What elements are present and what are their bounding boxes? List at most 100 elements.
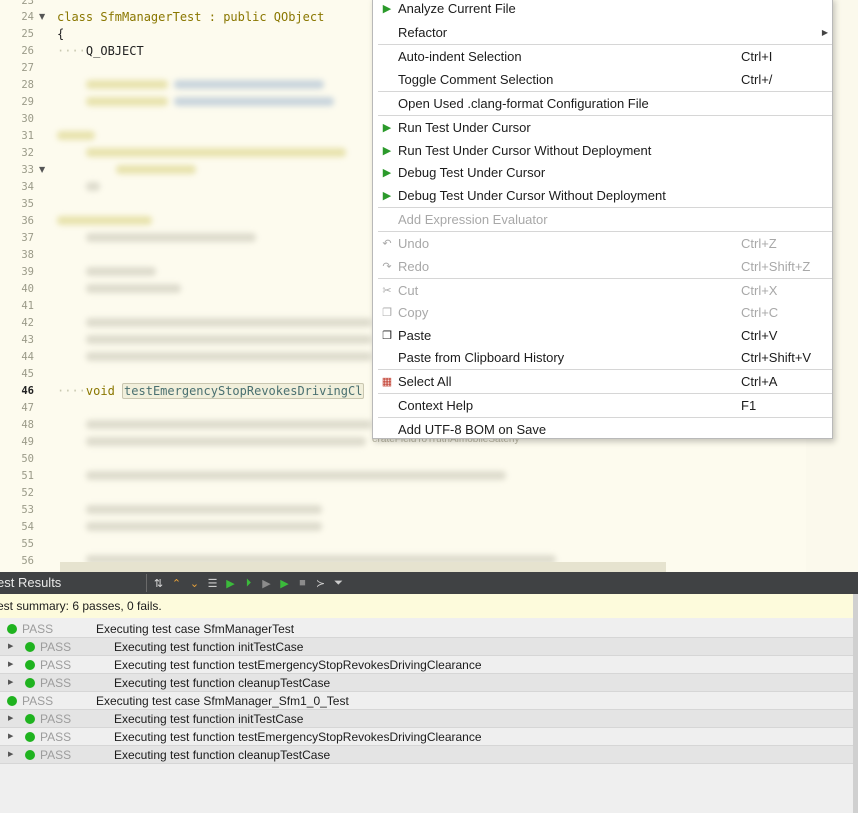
- menu-item-shortcut: Ctrl+A: [741, 374, 778, 389]
- line-number: 42: [21, 317, 34, 329]
- menu-item-label: Run Test Under Cursor: [398, 120, 531, 135]
- line-number: 48: [21, 419, 34, 431]
- test-result-row[interactable]: ▶ PASS Executing test function cleanupTe…: [0, 746, 853, 764]
- test-result-row[interactable]: ▶ PASS Executing test function cleanupTe…: [0, 674, 853, 692]
- menu-item-shortcut: Ctrl+V: [741, 328, 778, 343]
- run-all-icon[interactable]: ▶: [225, 577, 236, 590]
- fold-marker-icon[interactable]: ▼: [39, 11, 45, 23]
- test-result-row[interactable]: PASS Executing test case SfmManager_Sfm1…: [0, 692, 853, 710]
- blurred-code: [86, 352, 372, 361]
- pass-status-dot-icon: [7, 696, 17, 706]
- blurred-code: [86, 318, 372, 327]
- void-keyword: void: [85, 384, 115, 398]
- expand-arrow-icon[interactable]: ▶: [8, 746, 13, 764]
- stop-icon[interactable]: ■: [297, 577, 308, 589]
- status-label: PASS: [40, 658, 72, 672]
- output-icon[interactable]: ≻: [315, 577, 326, 590]
- toolbar-buttons: ⇅ ⌃ ⌄ ☰ ▶ ⏵ ▶ ▶ ■ ≻ ⏷: [146, 574, 344, 592]
- menu-item-paste[interactable]: ❐ Paste Ctrl+V: [373, 325, 832, 347]
- menu-item-open-clang-format[interactable]: Open Used .clang-format Configuration Fi…: [373, 93, 832, 115]
- menu-item-paste-from-clipboard-history[interactable]: Paste from Clipboard History Ctrl+Shift+…: [373, 347, 832, 369]
- blurred-code: [174, 80, 324, 89]
- class-keyword: class: [57, 10, 94, 24]
- code-line-class: class SfmManagerTest : public QObject: [57, 10, 324, 24]
- menu-item-label: Refactor: [398, 25, 448, 40]
- test-result-row[interactable]: ▶ PASS Executing test function initTestC…: [0, 638, 853, 656]
- menu-separator: [378, 278, 832, 279]
- line-number: 55: [21, 538, 34, 550]
- fold-marker-icon[interactable]: ▼: [39, 164, 45, 176]
- expand-arrow-icon[interactable]: ▶: [8, 656, 13, 674]
- expand-arrow-icon[interactable]: ▶: [8, 674, 13, 692]
- pass-status-dot-icon: [25, 750, 35, 760]
- previous-icon[interactable]: ⌃: [171, 577, 182, 590]
- menu-item-label: Toggle Comment Selection: [398, 72, 554, 87]
- line-number: 25: [21, 28, 34, 40]
- test-result-row[interactable]: ▶ PASS Executing test function initTestC…: [0, 710, 853, 728]
- menu-item-shortcut: Ctrl+C: [741, 305, 779, 320]
- test-result-row[interactable]: ▶ PASS Executing test function testEmerg…: [0, 728, 853, 746]
- menu-item-toggle-comment-selection[interactable]: Toggle Comment Selection Ctrl+/: [373, 69, 832, 91]
- line-number: 53: [21, 504, 34, 516]
- expand-arrow-icon[interactable]: ▶: [8, 710, 13, 728]
- line-number: 27: [21, 62, 34, 74]
- sort-icon[interactable]: ⇅: [153, 577, 164, 590]
- blurred-code: [86, 182, 100, 191]
- line-number: 50: [21, 453, 34, 465]
- menu-item-label: Debug Test Under Cursor Without Deployme…: [398, 188, 666, 203]
- menu-item-label: Analyze Current File: [398, 1, 516, 16]
- status-label: PASS: [40, 640, 72, 654]
- menu-item-analyze-current-file[interactable]: ▶ Analyze Current File: [373, 0, 832, 20]
- test-summary: est summary: 6 passes, 0 fails.: [0, 594, 853, 618]
- submenu-arrow-icon: ▶: [821, 28, 828, 37]
- menu-item-shortcut: Ctrl+Shift+V: [741, 350, 812, 365]
- menu-item-debug-test-under-cursor[interactable]: ▶ Debug Test Under Cursor: [373, 162, 832, 184]
- menu-item-auto-indent-selection[interactable]: Auto-indent Selection Ctrl+I: [373, 46, 832, 68]
- horizontal-scrollbar[interactable]: [60, 562, 666, 572]
- line-number: 24: [21, 11, 34, 23]
- test-results-pane: est Results ⇅ ⌃ ⌄ ☰ ▶ ⏵ ▶ ▶ ■ ≻ ⏷ est su…: [0, 572, 858, 813]
- filter-icon[interactable]: ⏷: [333, 577, 344, 590]
- run-selected-icon[interactable]: ⏵: [243, 577, 254, 590]
- line-number: 49: [21, 436, 34, 448]
- menu-item-label: Paste: [398, 328, 432, 343]
- blurred-code: [86, 335, 372, 344]
- test-result-row[interactable]: ▶ PASS Executing test function testEmerg…: [0, 656, 853, 674]
- line-number: 28: [21, 79, 34, 91]
- debug-selected-icon[interactable]: ▶: [279, 577, 290, 590]
- menu-item-refactor[interactable]: Refactor ▶: [373, 22, 832, 44]
- test-description: Executing test function testEmergencySto…: [114, 658, 482, 672]
- test-description: Executing test function cleanupTestCase: [114, 748, 331, 762]
- collapse-all-icon[interactable]: ☰: [207, 577, 218, 590]
- macro-text: Q_OBJECT: [85, 44, 144, 58]
- undo-icon: ↶: [382, 238, 392, 250]
- menu-item-add-utf8-bom[interactable]: Add UTF-8 BOM on Save: [373, 419, 832, 441]
- menu-item-select-all[interactable]: ▦ Select All Ctrl+A: [373, 371, 832, 393]
- menu-item-debug-test-without-deployment[interactable]: ▶ Debug Test Under Cursor Without Deploy…: [373, 185, 832, 207]
- test-description: Executing test function initTestCase: [114, 640, 304, 654]
- blurred-code: [86, 505, 322, 514]
- line-number: 40: [21, 283, 34, 295]
- debug-icon[interactable]: ▶: [261, 577, 272, 590]
- test-description: Executing test function initTestCase: [114, 712, 304, 726]
- test-summary-text: est summary: 6 passes, 0 fails.: [0, 599, 162, 613]
- menu-item-label: Debug Test Under Cursor: [398, 165, 546, 180]
- line-number: 47: [21, 402, 34, 414]
- expand-arrow-icon[interactable]: ▶: [8, 728, 13, 746]
- run-icon: ▶: [382, 122, 392, 134]
- pass-status-dot-icon: [25, 732, 35, 742]
- next-icon[interactable]: ⌄: [189, 577, 200, 590]
- menu-item-context-help[interactable]: Context Help F1: [373, 395, 832, 417]
- menu-item-cut: ✂ Cut Ctrl+X: [373, 280, 832, 302]
- menu-item-run-test-under-cursor[interactable]: ▶ Run Test Under Cursor: [373, 117, 832, 139]
- expand-arrow-icon[interactable]: ▶: [8, 638, 13, 656]
- run-icon: ▶: [382, 145, 392, 157]
- status-label: PASS: [40, 712, 72, 726]
- menu-item-label: Select All: [398, 374, 452, 389]
- menu-item-redo: ↷ Redo Ctrl+Shift+Z: [373, 256, 832, 278]
- blurred-code: [86, 420, 372, 429]
- blurred-code: [86, 522, 322, 531]
- results-vertical-scrollbar[interactable]: [853, 594, 858, 813]
- menu-item-run-test-without-deployment[interactable]: ▶ Run Test Under Cursor Without Deployme…: [373, 140, 832, 162]
- test-result-row[interactable]: PASS Executing test case SfmManagerTest: [0, 620, 853, 638]
